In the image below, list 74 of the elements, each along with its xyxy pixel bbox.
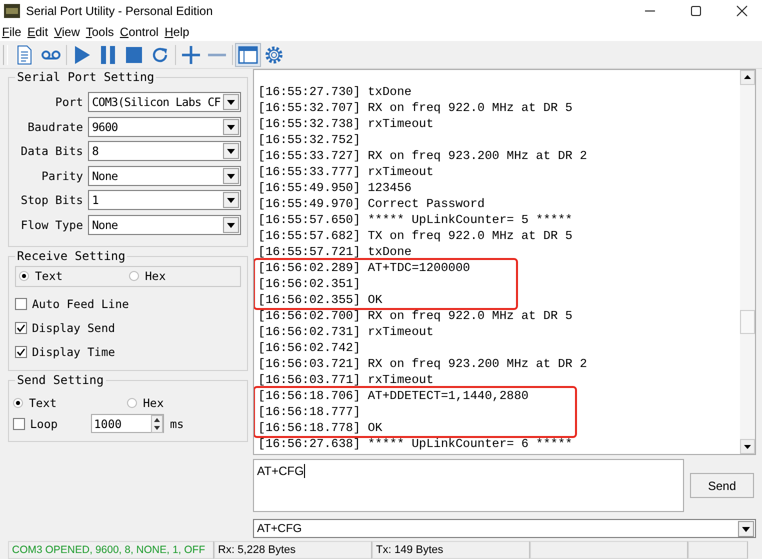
log-line: [16:56:02.731] rxTimeout bbox=[258, 324, 435, 340]
radio-option[interactable]: Hex bbox=[129, 269, 239, 284]
checkbox[interactable]: Display Send bbox=[15, 316, 241, 340]
group-title: Serial Port Setting bbox=[15, 70, 156, 84]
close-icon[interactable] bbox=[736, 5, 748, 17]
log-line: [16:55:49.950] 123456 bbox=[258, 180, 413, 196]
menu-item[interactable]: Control bbox=[120, 24, 159, 38]
status-text: COM3 OPENED, 9600, 8, NONE, 1, OFF bbox=[8, 541, 214, 559]
log-line: [16:55:32.707] RX on freq 922.0 MHz at DR 5 bbox=[258, 100, 574, 116]
checkmark-icon[interactable] bbox=[16, 322, 26, 333]
menu-item[interactable]: View bbox=[54, 24, 80, 38]
log-line: [16:55:33.727] RX on freq 923.200 MHz at DR 2 bbox=[258, 148, 588, 164]
app-icon bbox=[4, 4, 20, 18]
log-line: [16:56:18.777] bbox=[258, 404, 362, 420]
checkbox[interactable]: Display Time bbox=[15, 340, 241, 364]
log-line: [16:56:02.289] AT+TDC=1200000 bbox=[258, 260, 470, 276]
menu-item[interactable]: File bbox=[2, 24, 22, 38]
gear-icon[interactable] bbox=[263, 44, 285, 66]
field-label: Baudrate bbox=[26, 120, 84, 134]
menu-item[interactable]: Help bbox=[164, 24, 190, 38]
dropdown[interactable]: 9600 bbox=[88, 116, 241, 137]
dropdown[interactable]: 1 bbox=[88, 190, 241, 210]
group-title: Receive Setting bbox=[15, 248, 128, 263]
window-toggle-icon[interactable] bbox=[237, 44, 259, 66]
send-input[interactable]: AT+CFG bbox=[253, 459, 684, 512]
log-line: [16:55:57.650] ***** UpLinkCounter= 5 ***** bbox=[258, 212, 574, 228]
log-line: [16:55:32.752] bbox=[258, 132, 362, 148]
field-label: Parity bbox=[40, 168, 84, 183]
log-line: [16:56:02.700] RX on freq 922.0 MHz at DR 5 bbox=[258, 308, 574, 324]
log-line: [16:56:03.721] RX on freq 923.200 MHz at DR 2 bbox=[258, 356, 588, 372]
group-title: Send Setting bbox=[15, 372, 106, 387]
scroll-thumb[interactable] bbox=[740, 310, 755, 334]
checkmark-icon[interactable] bbox=[16, 346, 26, 357]
log-line: [16:56:02.742] bbox=[258, 340, 362, 356]
dropdown[interactable]: None bbox=[88, 214, 241, 235]
interval-spinbox[interactable]: 1000 bbox=[91, 414, 164, 434]
radio-option[interactable]: Text bbox=[19, 269, 129, 284]
log-line: [16:56:18.778] OK bbox=[258, 420, 384, 436]
dropdown[interactable]: 8 bbox=[88, 141, 241, 162]
status-text: Rx: 5,228 Bytes bbox=[214, 541, 372, 559]
log-line: [16:55:57.682] TX on freq 922.0 MHz at DR 5 bbox=[258, 228, 574, 244]
menu-item[interactable]: Tools bbox=[86, 24, 114, 38]
log-line: [16:55:57.721] txDone bbox=[258, 244, 413, 260]
log-line: [16:55:32.738] rxTimeout bbox=[258, 116, 435, 132]
history-dropdown[interactable]: AT+CFG bbox=[253, 519, 756, 538]
field-label: Stop Bits bbox=[20, 193, 84, 208]
radio-option[interactable]: Hex bbox=[127, 396, 241, 410]
dropdown[interactable]: COM3(Silicon Labs CF bbox=[88, 92, 241, 112]
log-line: [16:56:03.771] rxTimeout bbox=[258, 372, 435, 388]
menu-item[interactable]: Edit bbox=[27, 24, 48, 38]
log-line: [16:56:18.706] AT+DDETECT=1,1440,2880 bbox=[258, 388, 529, 404]
spin-arrows-icon[interactable] bbox=[151, 414, 163, 433]
checkbox[interactable]: Loop bbox=[13, 412, 91, 436]
log-line: [16:55:33.777] rxTimeout bbox=[258, 164, 435, 180]
window-title: Serial Port Utility - Personal Edition bbox=[26, 4, 214, 18]
maximize-icon[interactable] bbox=[690, 5, 702, 17]
log-line: [16:55:27.730] txDone bbox=[258, 84, 413, 100]
field-label: Port bbox=[54, 95, 84, 109]
scroll-up-icon[interactable] bbox=[740, 70, 755, 85]
log-line: [16:55:49.970] Correct Password bbox=[258, 196, 486, 212]
scroll-down-icon[interactable] bbox=[740, 439, 755, 454]
radio-option[interactable]: Text bbox=[13, 396, 127, 410]
scrollbar[interactable] bbox=[740, 70, 755, 454]
send-button[interactable]: Send bbox=[690, 473, 754, 498]
log-line: [16:56:27.638] ***** UpLinkCounter= 6 ***** bbox=[258, 436, 574, 452]
plus-icon[interactable] bbox=[180, 44, 202, 66]
dropdown[interactable]: None bbox=[88, 166, 241, 186]
field-label: Data Bits bbox=[20, 144, 84, 158]
status-text: Tx: 149 Bytes bbox=[372, 541, 530, 559]
log-line: [16:56:02.351] bbox=[258, 276, 362, 292]
unit-label: ms bbox=[170, 416, 184, 431]
field-label: Flow Type bbox=[20, 218, 84, 232]
checkbox[interactable]: Auto Feed Line bbox=[15, 292, 241, 316]
log-line: [16:56:02.355] OK bbox=[258, 292, 384, 308]
